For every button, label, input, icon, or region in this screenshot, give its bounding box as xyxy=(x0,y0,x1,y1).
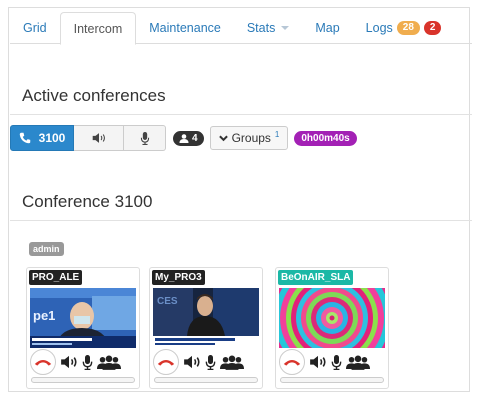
microphone-button[interactable] xyxy=(331,354,342,370)
participant-controls xyxy=(279,349,387,375)
section-title-active-conferences: Active conferences xyxy=(22,86,166,105)
groups-label: Groups xyxy=(231,131,271,145)
hangup-icon xyxy=(157,359,175,366)
conference-3100-button[interactable]: 3100 xyxy=(10,125,74,151)
tab-label: Grid xyxy=(23,21,47,35)
users-icon xyxy=(346,354,370,370)
conference-number: 3100 xyxy=(38,131,66,145)
participant-count-badge: 4 xyxy=(173,130,204,146)
speaker-icon xyxy=(61,355,77,369)
conference-toolbar: 3100 4 Groups 1 0h00m40s xyxy=(10,125,357,151)
participant-card: PRO_ALE pe1 xyxy=(26,267,140,389)
microphone-button[interactable] xyxy=(82,354,93,370)
speaker-icon xyxy=(184,355,200,369)
hangup-icon xyxy=(283,359,301,366)
chevron-down-icon xyxy=(218,135,228,141)
microphone-button[interactable] xyxy=(205,354,216,370)
elapsed-time-badge: 0h00m40s xyxy=(294,130,357,146)
logs-error-badge: 2 xyxy=(423,21,442,35)
participants-button[interactable] xyxy=(97,354,121,370)
hangup-button[interactable] xyxy=(30,349,56,375)
participant-controls xyxy=(153,349,261,375)
volume-meter xyxy=(31,377,135,383)
tab-label: Intercom xyxy=(73,21,123,36)
logs-warning-badge: 28 xyxy=(396,21,420,35)
users-icon xyxy=(220,354,244,370)
tab-label: Stats xyxy=(246,21,276,35)
participants-button[interactable] xyxy=(220,354,244,370)
caret-down-icon xyxy=(281,26,290,30)
section-title-conference: Conference 3100 xyxy=(22,192,153,211)
tab-maintenance[interactable]: Maintenance xyxy=(136,12,234,44)
volume-button[interactable] xyxy=(60,355,78,369)
tab-intercom[interactable]: Intercom xyxy=(59,12,137,45)
main-tabs: Grid Intercom Maintenance Stats Map Logs… xyxy=(10,12,472,45)
participant-name: PRO_ALE xyxy=(29,270,83,285)
tab-label: Maintenance xyxy=(149,21,221,35)
microphone-icon xyxy=(331,354,342,370)
participant-controls xyxy=(30,349,138,375)
tab-label: Logs xyxy=(365,21,393,35)
tab-label: Map xyxy=(315,21,340,35)
groups-dropdown-button[interactable]: Groups 1 xyxy=(209,126,289,150)
tab-stats[interactable]: Stats xyxy=(234,12,303,44)
groups-count: 1 xyxy=(274,130,280,139)
speaker-icon xyxy=(92,133,105,143)
microphone-icon xyxy=(140,131,149,145)
news-broadcast-icon[interactable]: CES xyxy=(153,288,259,348)
volume-meter xyxy=(280,377,384,383)
microphone-icon xyxy=(205,354,216,370)
user-icon xyxy=(179,133,189,143)
svg-text:pe1: pe1 xyxy=(33,308,55,323)
microphone-icon xyxy=(82,354,93,370)
participants-button[interactable] xyxy=(346,354,370,370)
test-pattern-icon[interactable] xyxy=(279,288,385,348)
participant-name: BeOnAIR_SLA xyxy=(278,270,354,285)
divider xyxy=(10,220,472,221)
listen-button[interactable] xyxy=(74,125,124,151)
news-broadcast-icon[interactable]: pe1 xyxy=(30,288,136,348)
phone-icon xyxy=(19,132,30,144)
divider xyxy=(10,114,472,115)
role-tag: admin xyxy=(29,242,64,256)
tab-grid[interactable]: Grid xyxy=(10,12,60,44)
speaker-icon xyxy=(310,355,326,369)
hangup-button[interactable] xyxy=(153,349,179,375)
tab-map[interactable]: Map xyxy=(302,12,352,44)
volume-button[interactable] xyxy=(183,355,201,369)
talk-button[interactable] xyxy=(124,125,166,151)
users-icon xyxy=(97,354,121,370)
participant-card: BeOnAIR_SLA xyxy=(275,267,389,389)
volume-button[interactable] xyxy=(309,355,327,369)
participant-card: My_PRO3 CES xyxy=(149,267,263,389)
svg-text:CES: CES xyxy=(157,296,178,307)
hangup-button[interactable] xyxy=(279,349,305,375)
tab-logs[interactable]: Logs 28 2 xyxy=(353,12,455,44)
volume-meter xyxy=(154,377,258,383)
participant-name: My_PRO3 xyxy=(152,270,205,285)
hangup-icon xyxy=(34,359,52,366)
participant-count: 4 xyxy=(192,132,198,144)
